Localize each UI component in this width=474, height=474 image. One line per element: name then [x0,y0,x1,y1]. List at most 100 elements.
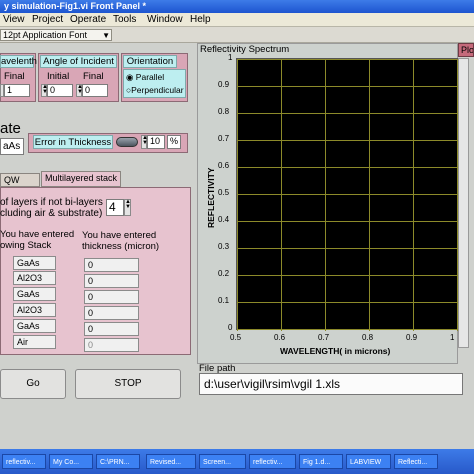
x-grid-line [237,59,238,331]
materials-header: You have entered owing Stack [0,229,75,251]
y-grid-line [237,275,459,276]
y-grid-line [237,113,459,114]
wavelength-final-input[interactable]: 1 [4,84,30,97]
substrate-input[interactable]: aAs [0,138,24,155]
radio-perpendicular[interactable]: ○Perpendicular [126,85,184,95]
wavelength-label: avelenth [0,55,37,68]
y-tick-label: 0.5 [218,188,230,197]
x-tick-label: 0.7 [318,333,330,342]
angle-label: Angle of Incident [40,55,117,68]
plot-area [236,58,459,331]
thickness-error-unit: % [167,135,181,149]
taskbar-item[interactable]: Fig 1.d... [299,454,343,469]
y-grid-line [237,140,459,141]
y-tick-label: 0.1 [218,296,230,305]
thickness-row[interactable]: 0 [84,338,139,352]
thickness-row[interactable]: 0 [84,290,139,304]
taskbar-item[interactable]: Reflecti... [394,454,438,469]
layers-count-input[interactable]: 4 [106,199,124,216]
orientation-label: Orientation [123,55,177,68]
material-row[interactable]: Al2O3 [13,271,56,285]
radio-parallel[interactable]: ◉ Parallel [126,72,164,83]
material-row[interactable]: Al2O3 [13,303,56,317]
taskbar-item[interactable]: Revised... [146,454,196,469]
y-tick-label: 0.4 [218,215,230,224]
menu-help[interactable]: Help [190,14,211,25]
menu-project[interactable]: Project [32,14,63,25]
taskbar-item[interactable]: My Co... [49,454,93,469]
y-grid-line [237,248,459,249]
y-axis-label: REFLECTIVITY [206,167,216,228]
material-row[interactable]: GaAs [13,256,56,270]
taskbar-item[interactable]: reflectiv... [2,454,46,469]
material-row[interactable]: GaAs [13,287,56,301]
file-path-input[interactable]: d:\user\vigil\rsim\vgil 1.xls [199,373,463,395]
font-selector[interactable]: 12pt Application Font ▼ [0,29,112,41]
y-tick-label: 0 [228,323,233,332]
window-title: y simulation-Fig1.vi Front Panel * [4,1,147,11]
thickness-header: You have entered thickness (micron) [82,230,160,252]
thickness-row[interactable]: 0 [84,306,139,320]
taskbar-item[interactable]: C:\PRN... [96,454,140,469]
y-grid-line [237,221,459,222]
taskbar-item[interactable]: LABVIEW [346,454,391,469]
y-grid-line [237,194,459,195]
x-grid-line [281,59,282,331]
y-grid-line [237,167,459,168]
x-tick-label: 0.5 [230,333,242,342]
x-tick-label: 0.8 [362,333,374,342]
menu-window[interactable]: Window [147,14,183,25]
taskbar-item[interactable]: Screen... [199,454,246,469]
y-tick-label: 0.2 [218,269,230,278]
menu-bar: View Project Operate Tools Window Help [0,13,474,27]
y-tick-label: 1 [228,53,233,62]
thickness-error-toggle[interactable] [116,137,138,147]
y-tick-label: 0.8 [218,107,230,116]
substrate-label: ate [0,120,21,137]
menu-view[interactable]: View [3,14,25,25]
x-tick-label: 0.6 [274,333,286,342]
y-tick-label: 0.3 [218,242,230,251]
stop-button[interactable]: STOP [75,369,181,399]
x-tick-label: 0.9 [406,333,418,342]
plot-button[interactable]: Plo [458,43,474,57]
x-tick-label: 1 [450,333,455,342]
angle-final-label: Final [83,71,104,82]
taskbar: reflectiv... My Co... C:\PRN... Revised.… [0,449,474,474]
menu-operate[interactable]: Operate [70,14,106,25]
tab-qw-stack[interactable]: QW Stack [0,173,40,197]
vertical-scrollbar[interactable] [458,58,469,348]
angle-initial-label: Initial [47,71,70,82]
menu-tools[interactable]: Tools [113,14,136,25]
y-tick-label: 0.6 [218,161,230,170]
chart-title: Reflectivity Spectrum [200,44,290,55]
thickness-error-input[interactable]: 10 [147,135,165,149]
window-title-bar: y simulation-Fig1.vi Front Panel * [0,0,474,13]
taskbar-item[interactable]: reflectiv... [249,454,296,469]
radio-selected-icon: ◉ [126,72,134,82]
thickness-row[interactable]: 0 [84,274,139,288]
y-grid-line [237,59,459,60]
tab-multilayered-stack[interactable]: Multilayered stack [41,171,121,187]
x-grid-line [369,59,370,331]
go-button[interactable]: Go [0,369,66,399]
material-row[interactable]: GaAs [13,319,56,333]
x-grid-line [325,59,326,331]
thickness-row[interactable]: 0 [84,322,139,336]
angle-final-input[interactable]: 0 [82,84,108,97]
wavelength-final-label: Final [4,71,25,82]
x-axis-label: WAVELENGTH( in microns) [280,346,391,356]
thickness-error-label: Error in Thickness [33,135,113,149]
y-tick-label: 0.7 [218,134,230,143]
y-grid-line [237,302,459,303]
chevron-down-icon: ▼ [102,31,110,40]
layers-count-stepper[interactable]: ▲ ▼ [124,199,131,216]
material-row[interactable]: Air [13,335,56,349]
thickness-row[interactable]: 0 [84,258,139,272]
angle-initial-input[interactable]: 0 [47,84,73,97]
y-grid-line [237,86,459,87]
y-grid-line [237,329,459,330]
layers-label: of layers if not bi-layers cluding air & … [0,197,103,219]
x-grid-line [413,59,414,331]
y-tick-label: 0.9 [218,80,230,89]
